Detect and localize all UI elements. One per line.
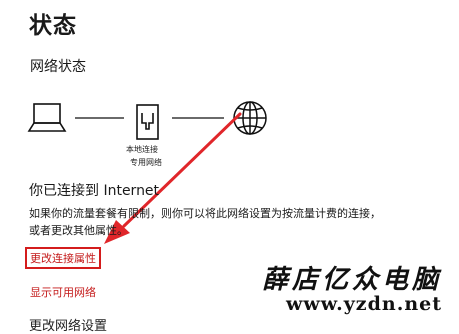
watermark-brand: 薛店亿众电脑 (262, 265, 443, 295)
ethernet-icon (136, 104, 159, 140)
watermark-url: www.yzdn.net (286, 293, 442, 315)
connection-status-heading: 你已连接到 Internet (29, 183, 160, 199)
show-available-networks-link[interactable]: 显示可用网络 (30, 284, 96, 300)
adapter-network-type: 专用网络 (130, 158, 162, 167)
adapter-label: 本地连接 (126, 145, 158, 154)
globe-icon (233, 101, 267, 135)
connection-description: 如果你的流量套餐有限制，则你可以将此网络设置为按流量计费的连接，或者更改其他属性… (29, 207, 381, 237)
change-network-settings-heading: 更改网络设置 (29, 319, 108, 334)
change-connection-properties-link[interactable]: 更改连接属性 (25, 247, 101, 269)
laptop-icon (27, 103, 67, 132)
